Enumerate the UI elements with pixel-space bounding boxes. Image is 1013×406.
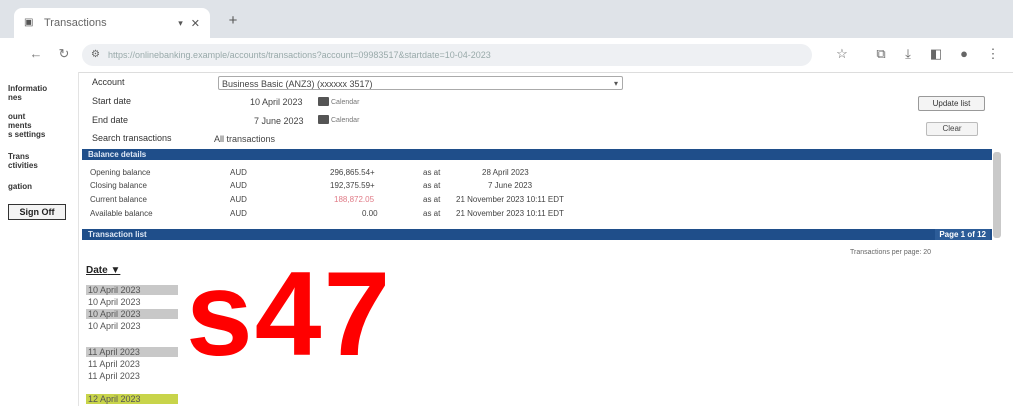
table-row[interactable]: 10 April 2023 — [86, 285, 178, 295]
balance-currency: AUD — [230, 168, 247, 177]
balance-currency: AUD — [230, 195, 247, 204]
browser-toolbar: ← ↻ ⚙ https://onlinebanking.example/acco… — [0, 38, 1013, 73]
table-row[interactable]: 10 April 2023 — [86, 321, 178, 331]
redaction-stamp: s47 — [186, 247, 393, 381]
table-row[interactable]: 12 April 2023 — [86, 394, 178, 404]
balance-label: Current balance — [90, 195, 147, 204]
search-transactions-label: Search transactions — [92, 133, 172, 143]
bank-favicon-icon: ▣ — [24, 17, 34, 28]
balance-label: Available balance — [90, 209, 153, 218]
balance-as-at: as at — [423, 195, 441, 204]
table-row[interactable]: 10 April 2023 — [86, 309, 178, 319]
rows-per-page-select[interactable]: Transactions per page: 20 — [850, 249, 931, 256]
nav-item-information[interactable]: Informatio nes — [8, 84, 47, 102]
tab-dropdown-icon[interactable]: ▾ — [178, 18, 183, 29]
close-tab-icon[interactable]: ✕ — [191, 17, 200, 30]
profile-icon[interactable]: ● — [956, 46, 972, 62]
account-label: Account — [92, 77, 125, 87]
download-icon[interactable]: ⤓ — [900, 46, 916, 62]
transaction-list-header: Transaction list Page 1 of 12 — [82, 229, 992, 240]
balance-amount: 0.00 — [362, 209, 378, 218]
table-row[interactable]: 11 April 2023 — [86, 371, 178, 381]
balance-date: 28 April 2023 — [482, 168, 529, 177]
tab-title: Transactions — [44, 17, 107, 29]
table-row[interactable]: 10 April 2023 — [86, 297, 178, 307]
search-transactions-field[interactable]: All transactions — [214, 134, 275, 144]
balance-date: 21 November 2023 10:11 EDT — [456, 195, 564, 204]
start-calendar-label: Calendar — [331, 99, 360, 106]
balance-currency: AUD — [230, 181, 247, 190]
balance-date: 7 June 2023 — [488, 181, 533, 190]
balance-label: Opening balance — [90, 168, 151, 177]
address-bar[interactable]: ⚙ https://onlinebanking.example/accounts… — [82, 44, 812, 66]
nav-item-navigation[interactable]: gation — [8, 182, 32, 191]
calendar-icon[interactable] — [318, 97, 329, 106]
reload-icon[interactable]: ↻ — [56, 46, 72, 62]
browser-tab-strip: ▣ Transactions ▾ ✕ + — [0, 0, 1013, 38]
end-date-label: End date — [92, 115, 129, 125]
address-text: https://onlinebanking.example/accounts/t… — [108, 50, 491, 60]
end-calendar-label: Calendar — [331, 117, 360, 124]
start-date-field[interactable]: 10 April 2023 — [250, 97, 303, 107]
transaction-list-title: Transaction list — [88, 230, 147, 239]
balance-as-at: as at — [423, 209, 441, 218]
update-list-button[interactable]: Update list — [918, 96, 985, 111]
calendar-icon[interactable] — [318, 115, 329, 124]
balance-amount: 296,865.54+ — [330, 168, 375, 177]
sidepanel-icon[interactable]: ◧ — [928, 46, 944, 62]
balance-as-at: as at — [423, 168, 441, 177]
balance-as-at: as at — [423, 181, 441, 190]
left-navigation: Informatio nes ount ments s settings Tra… — [0, 72, 79, 406]
end-date-field[interactable]: 7 June 2023 — [254, 116, 304, 126]
chevron-down-icon: ▾ — [613, 79, 618, 88]
site-info-icon[interactable]: ⚙ — [91, 44, 100, 66]
balance-amount: 188,872.05 — [334, 195, 375, 204]
extensions-icon[interactable]: ⧉ — [873, 46, 889, 62]
balance-currency: AUD — [230, 209, 247, 218]
sort-down-icon: ▼ — [110, 265, 121, 276]
bookmark-star-icon[interactable]: ☆ — [834, 46, 850, 62]
balance-details-header: Balance details — [82, 149, 992, 160]
browser-tab[interactable]: ▣ Transactions ▾ ✕ — [14, 8, 210, 38]
date-header-label: Date — [86, 265, 108, 276]
balance-date: 21 November 2023 10:11 EDT — [456, 209, 564, 218]
account-value: Business Basic (ANZ3) (xxxxxx 3517) — [222, 79, 373, 89]
clear-button[interactable]: Clear — [926, 122, 978, 136]
pagination-indicator[interactable]: Page 1 of 12 — [935, 229, 990, 240]
account-select[interactable]: Business Basic (ANZ3) (xxxxxx 3517) ▾ — [218, 76, 623, 90]
sign-off-button[interactable]: Sign Off — [8, 204, 66, 220]
nav-item-activities[interactable]: Trans ctivities — [8, 152, 38, 170]
menu-kebab-icon[interactable]: ⋮ — [985, 46, 1001, 62]
back-icon[interactable]: ← — [28, 46, 44, 62]
balance-amount: 192,375.59+ — [330, 181, 375, 190]
new-tab-icon[interactable]: + — [224, 12, 242, 30]
table-row[interactable]: 11 April 2023 — [86, 359, 178, 369]
start-date-label: Start date — [92, 96, 132, 106]
table-row[interactable]: 11 April 2023 — [86, 347, 178, 357]
date-column-header[interactable]: Date ▼ — [86, 265, 120, 276]
balance-label: Closing balance — [90, 181, 147, 190]
nav-item-settings[interactable]: ount ments s settings — [8, 112, 45, 139]
scrollbar[interactable] — [993, 152, 1001, 238]
